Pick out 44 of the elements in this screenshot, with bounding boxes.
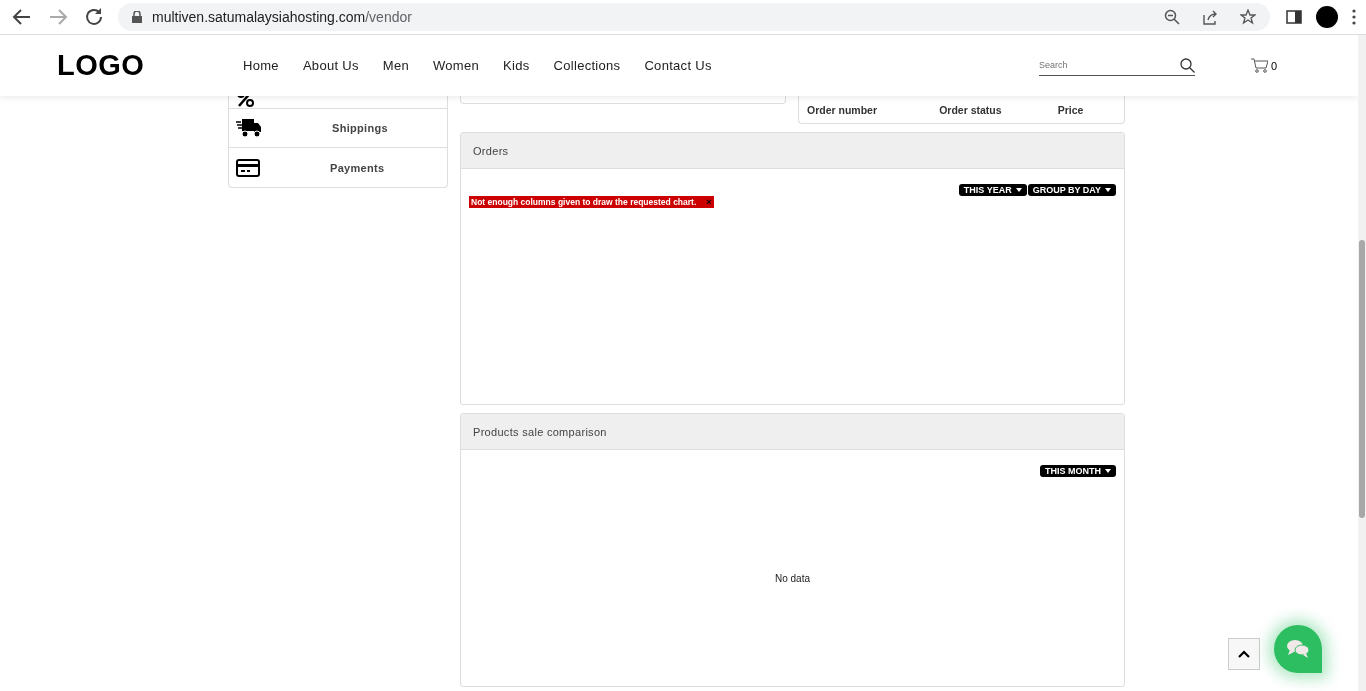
panel-title: Orders xyxy=(461,133,1124,169)
panel-title: Products sale comparison xyxy=(461,414,1124,450)
nav-link[interactable]: Home xyxy=(243,58,279,73)
caret-icon xyxy=(1105,469,1111,473)
zoom-out-icon[interactable] xyxy=(1164,9,1180,25)
nav-link[interactable]: Collections xyxy=(553,58,621,73)
cart-icon[interactable] xyxy=(1250,58,1268,73)
column-header: Order number xyxy=(807,103,878,116)
card-icon xyxy=(236,158,260,177)
star-icon[interactable] xyxy=(1240,9,1256,25)
nav-link[interactable]: About Us xyxy=(302,58,359,73)
chevron-up-icon xyxy=(1238,650,1250,658)
scrollbar[interactable] xyxy=(1358,35,1366,691)
search-field[interactable]: Search xyxy=(1038,60,1180,70)
side-panel-icon[interactable] xyxy=(1286,10,1302,24)
truck-icon xyxy=(236,118,262,138)
search-icon[interactable] xyxy=(1179,57,1195,73)
chat-bubbles-icon xyxy=(1286,639,1310,659)
close-button[interactable]: × xyxy=(706,197,712,207)
caret-icon xyxy=(1015,188,1022,192)
error-text: Not enough columns given to draw the requested chart. xyxy=(471,197,697,207)
nav-link[interactable]: Men xyxy=(382,58,409,73)
nav-link[interactable]: Women xyxy=(432,58,480,73)
lock-icon xyxy=(132,11,142,23)
back-to-top-button[interactable] xyxy=(1228,638,1260,670)
profile-avatar[interactable] xyxy=(1316,6,1338,28)
dropdown-button[interactable]: THIS MONTH xyxy=(1040,465,1116,477)
sidebar-item[interactable]: Payments xyxy=(229,148,447,187)
sidebar-item[interactable] xyxy=(229,96,447,109)
column-header: Price xyxy=(1057,103,1085,116)
column-header: Order status xyxy=(939,103,1003,116)
empty-message: No data xyxy=(775,573,810,584)
sidebar-item[interactable]: Shippings xyxy=(229,109,447,148)
dropdown-button[interactable]: GROUP BY DAY xyxy=(1027,184,1116,196)
caret-icon xyxy=(1105,188,1111,192)
cart-count: 0 xyxy=(1270,59,1277,72)
share-icon[interactable] xyxy=(1202,9,1218,25)
nav-link[interactable]: Contact Us xyxy=(644,58,712,73)
menu-icon[interactable] xyxy=(1352,9,1356,25)
logo[interactable]: LOGO xyxy=(57,49,243,82)
address-bar[interactable]: multiven.satumalaysiahosting.com/vendor xyxy=(118,3,1270,31)
nav-link[interactable]: Kids xyxy=(503,58,530,73)
url-text: multiven.satumalaysiahosting.com/vendor xyxy=(152,9,412,25)
dropdown-button[interactable]: THIS YEAR xyxy=(958,184,1027,196)
